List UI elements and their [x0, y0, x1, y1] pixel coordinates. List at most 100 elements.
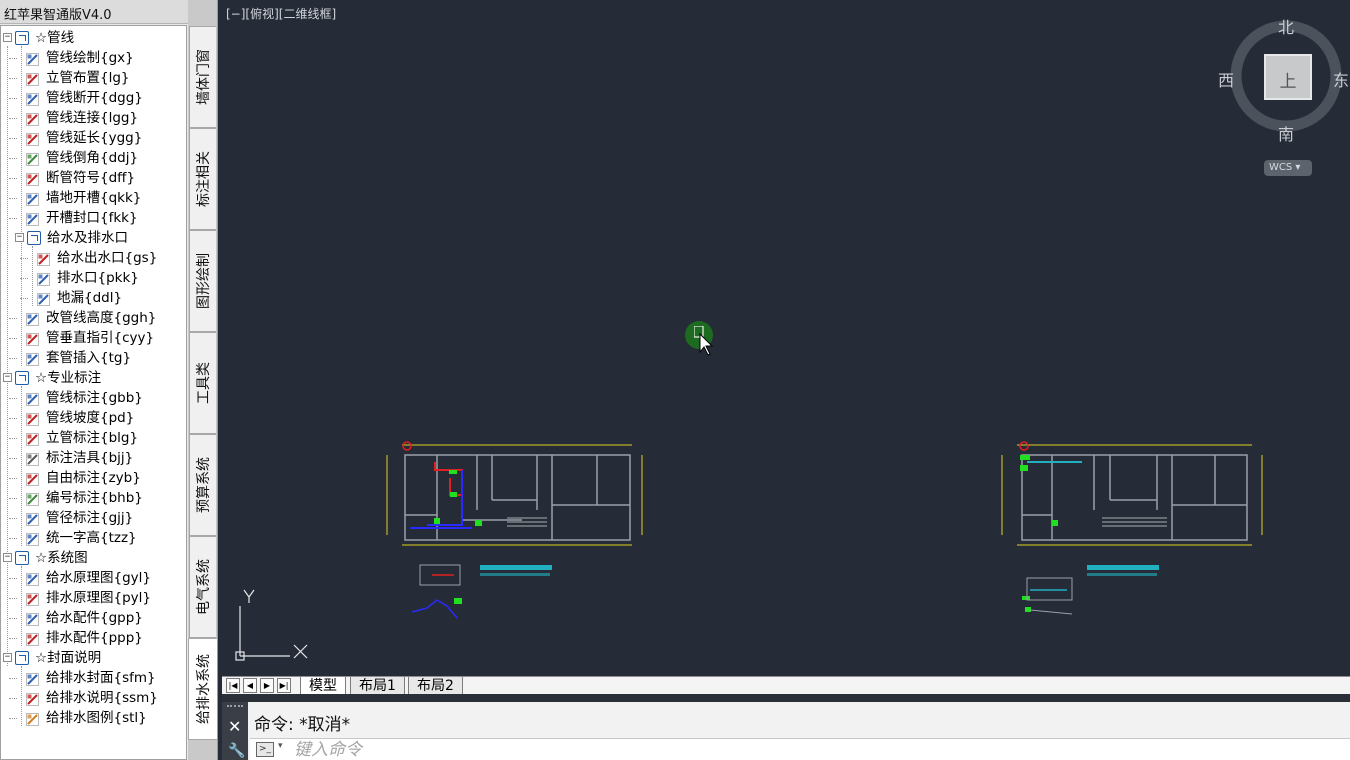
tree-label: 断管符号{dff} [46, 170, 136, 186]
command-sidebar: ✕ 🔧 [222, 702, 248, 760]
drawing-canvas[interactable]: [−][俯视][二维线框] 上 北 南 西 东 WCS ▾ [222, 0, 1350, 676]
tree-item[interactable]: 排水原理图{pyl} [1, 588, 186, 608]
folder-icon [15, 651, 29, 665]
tree-item[interactable]: 排水口{pkk} [1, 268, 186, 288]
tab-layout2[interactable]: 布局2 [408, 677, 463, 695]
tree-item[interactable]: 管线连接{lgg} [1, 108, 186, 128]
tree-item[interactable]: 管线倒角{ddj} [1, 148, 186, 168]
number-annotation-icon [26, 492, 39, 506]
tab-label: 标注相关 [196, 151, 212, 207]
pipe-break-icon [26, 92, 39, 106]
tab-label: 电气系统 [196, 559, 212, 615]
tree-item[interactable]: 给水出水口{gs} [1, 248, 186, 268]
tree-label: 管线连接{lgg} [46, 110, 139, 126]
tab-electrical[interactable]: 电气系统 [189, 536, 216, 638]
tab-tools[interactable]: 工具类 [189, 332, 216, 434]
tree-item[interactable]: 地漏{ddl} [1, 288, 186, 308]
tree-item[interactable]: 套管插入{tg} [1, 348, 186, 368]
tree-connector [9, 98, 17, 99]
tree-connector [20, 258, 28, 259]
tree-label: 地漏{ddl} [57, 290, 123, 306]
tree-label: 管径标注{gjj} [46, 510, 134, 526]
tree-expander[interactable]: − [3, 33, 12, 42]
pipe-break-symbol-icon [26, 172, 39, 186]
tree-connector [9, 718, 17, 719]
tree-item[interactable]: 立管标注{blg} [1, 428, 186, 448]
prompt-icon[interactable]: >_ [256, 742, 274, 757]
tree-item[interactable]: 开槽封口{fkk} [1, 208, 186, 228]
tree-item[interactable]: 给水原理图{gyl} [1, 568, 186, 588]
tab-layout1[interactable]: 布局1 [350, 677, 405, 695]
tree-item[interactable]: 给排水封面{sfm} [1, 668, 186, 688]
tree-label: 给排水封面{sfm} [46, 670, 156, 686]
tree-folder[interactable]: − ☆封面说明 [1, 648, 186, 668]
tree-item[interactable]: 统一字高{tzz} [1, 528, 186, 548]
wrench-icon[interactable]: 🔧 [228, 743, 245, 759]
tree-item[interactable]: 断管符号{dff} [1, 168, 186, 188]
tree-label: 管线坡度{pd} [46, 410, 135, 426]
prev-layout-button[interactable]: ◀ [243, 678, 257, 693]
grip-handle[interactable] [227, 705, 243, 711]
first-layout-button[interactable]: |◀ [226, 678, 240, 693]
tree-item[interactable]: 管线坡度{pd} [1, 408, 186, 428]
tree-expander[interactable]: − [3, 653, 12, 662]
tab-plumbing[interactable]: 给排水系统 [188, 638, 217, 740]
tab-graphics[interactable]: 图形绘制 [189, 230, 216, 332]
tree-item[interactable]: 立管布置{lg} [1, 68, 186, 88]
tab-wall-door-window[interactable]: 墙体门窗 [189, 26, 216, 128]
tool-panel: 红苹果智通版V4.0 − ☆管线 管线绘制{gx} 立管布置{lg} 管线断开{dgg}… [0, 0, 188, 760]
tree-label: 给排水图例{stl} [46, 710, 147, 726]
floor-plan-right [1001, 441, 1263, 615]
tree-connector [9, 318, 17, 319]
tree-item[interactable]: 编号标注{bhb} [1, 488, 186, 508]
tree-folder[interactable]: − ☆专业标注 [1, 368, 186, 388]
tree-connector [9, 698, 17, 699]
tree-item[interactable]: 改管线高度{ggh} [1, 308, 186, 328]
command-input-wrap: >_ ▾ [250, 738, 1350, 760]
diameter-annotation-icon [26, 512, 39, 526]
pipe-slope-icon [26, 412, 39, 426]
tree-item[interactable]: 管垂直指引{cyy} [1, 328, 186, 348]
tree-connector [9, 198, 17, 199]
pipe-annotation-icon [26, 392, 39, 406]
tree-expander[interactable]: − [15, 233, 24, 242]
tree-folder[interactable]: − ☆管线 [1, 28, 186, 48]
chevron-down-icon[interactable]: ▾ [278, 741, 283, 751]
riser-annotation-icon [26, 432, 39, 446]
tree-label: 管线标注{gbb} [46, 390, 143, 406]
tree-label: ☆管线 [35, 30, 75, 46]
tree-connector [9, 618, 17, 619]
tree-item[interactable]: 墙地开槽{qkk} [1, 188, 186, 208]
tree-item[interactable]: 管线绘制{gx} [1, 48, 186, 68]
folder-icon [27, 231, 41, 245]
legend-icon [26, 712, 39, 726]
next-layout-button[interactable]: ▶ [260, 678, 274, 693]
tree-item[interactable]: 给水配件{gpp} [1, 608, 186, 628]
tree-item[interactable]: 管线延长{ygg} [1, 128, 186, 148]
tab-budget[interactable]: 预算系统 [189, 434, 216, 536]
tree-connector [9, 678, 17, 679]
tab-annotation[interactable]: 标注相关 [189, 128, 216, 230]
tree-item[interactable]: 标注洁具{bjj} [1, 448, 186, 468]
tree-expander[interactable]: − [3, 373, 12, 382]
tree-item[interactable]: 给排水图例{stl} [1, 708, 186, 728]
tree-folder[interactable]: − 给水及排水口 [1, 228, 186, 248]
tree-item[interactable]: 管线断开{dgg} [1, 88, 186, 108]
tree-folder[interactable]: − ☆系统图 [1, 548, 186, 568]
tree-expander[interactable]: − [3, 553, 12, 562]
tree-item[interactable]: 自由标注{zyb} [1, 468, 186, 488]
tree-connector [9, 218, 17, 219]
pipe-chamfer-icon [26, 152, 39, 166]
command-tree: − ☆管线管线绘制{gx} 立管布置{lg} 管线断开{dgg} 管线连接{lgg} 管线… [0, 25, 187, 760]
tree-item[interactable]: 给排水说明{ssm} [1, 688, 186, 708]
tree-item[interactable]: 管径标注{gjj} [1, 508, 186, 528]
vertical-leader-icon [26, 332, 39, 346]
last-layout-button[interactable]: ▶| [277, 678, 291, 693]
tab-model[interactable]: 模型 [300, 677, 346, 695]
close-icon[interactable]: ✕ [228, 717, 241, 736]
folder-icon [15, 551, 29, 565]
pipe-height-icon [26, 312, 39, 326]
tree-item[interactable]: 管线标注{gbb} [1, 388, 186, 408]
tree-item[interactable]: 排水配件{ppp} [1, 628, 186, 648]
command-input[interactable] [294, 739, 1294, 760]
